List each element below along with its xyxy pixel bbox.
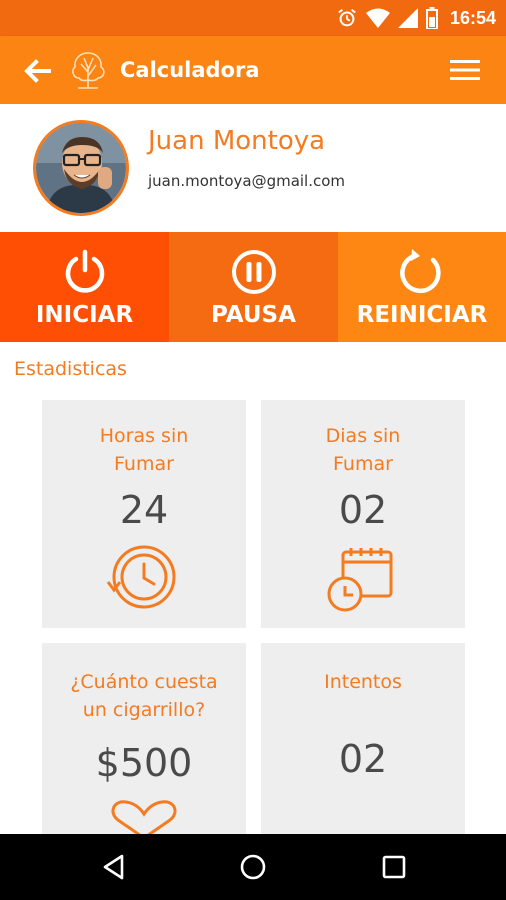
action-buttons: INICIAR PAUSA REINICIAR: [0, 232, 506, 342]
stat-card-title-line2: Fumar: [333, 453, 393, 475]
stat-card-title-line1: Horas sin: [99, 425, 189, 447]
pause-button-label: PAUSA: [211, 302, 296, 328]
tree-logo-icon: [72, 52, 105, 89]
cost-value: $500: [95, 741, 193, 785]
statistics-heading: Estadisticas: [14, 358, 127, 380]
stat-card-cigarette-cost[interactable]: ¿Cuánto cuesta un cigarrillo? $500: [42, 643, 246, 838]
wifi-icon: [365, 8, 390, 28]
stat-card-title-line1: Intentos: [324, 671, 402, 693]
stat-card-hours[interactable]: Horas sin Fumar 24: [42, 400, 246, 628]
calendar-clock-icon: [327, 548, 393, 612]
stat-card-title: Horas sin Fumar: [42, 422, 246, 478]
hamburger-menu-icon[interactable]: [450, 58, 480, 82]
system-navigation-bar: [0, 834, 506, 900]
arrow-left-icon[interactable]: [22, 56, 52, 86]
user-name: Juan Montoya: [148, 126, 326, 156]
stat-card-title: Intentos: [261, 668, 465, 696]
clock-history-icon: [106, 545, 176, 609]
refresh-icon: [400, 249, 441, 294]
status-time: 16:54: [449, 7, 496, 28]
user-email: juan.montoya@gmail.com: [148, 172, 346, 190]
start-button[interactable]: INICIAR: [0, 232, 169, 342]
days-value: 02: [338, 488, 388, 532]
nav-back-icon[interactable]: [100, 853, 128, 881]
nav-recents-icon[interactable]: [380, 853, 408, 881]
stat-card-title: ¿Cuánto cuesta un cigarrillo?: [42, 668, 246, 724]
start-button-label: INICIAR: [35, 302, 134, 328]
status-icons: 16:54: [336, 0, 496, 36]
restart-button[interactable]: REINICIAR: [338, 232, 506, 342]
attempts-value: 02: [338, 737, 388, 781]
stat-card-days[interactable]: Dias sin Fumar 02: [261, 400, 465, 628]
signal-icon: [397, 8, 418, 28]
stat-card-title-line1: ¿Cuánto cuesta: [70, 671, 218, 693]
profile-header: Juan Montoya juan.montoya@gmail.com: [0, 104, 506, 232]
app-bar: Calculadora: [0, 36, 506, 104]
stat-card-title: Dias sin Fumar: [261, 422, 465, 478]
heart-icon: [111, 800, 177, 838]
app-title: Calculadora: [120, 58, 260, 82]
stat-card-title-line2: Fumar: [114, 453, 174, 475]
stat-card-title-line2: un cigarrillo?: [82, 699, 206, 721]
alarm-icon: [338, 8, 356, 27]
hours-value: 24: [119, 488, 169, 532]
restart-button-label: REINICIAR: [356, 302, 488, 328]
nav-home-icon[interactable]: [239, 853, 267, 881]
stat-card-title-line1: Dias sin: [325, 425, 401, 447]
battery-icon: [425, 7, 438, 29]
avatar: [33, 120, 129, 216]
pause-button[interactable]: PAUSA: [169, 232, 338, 342]
power-icon: [65, 249, 104, 293]
avatar-photo: [36, 123, 126, 213]
stat-card-attempts[interactable]: Intentos 02: [261, 643, 465, 834]
pause-circle-icon: [231, 250, 276, 294]
status-bar: 16:54: [0, 0, 506, 36]
